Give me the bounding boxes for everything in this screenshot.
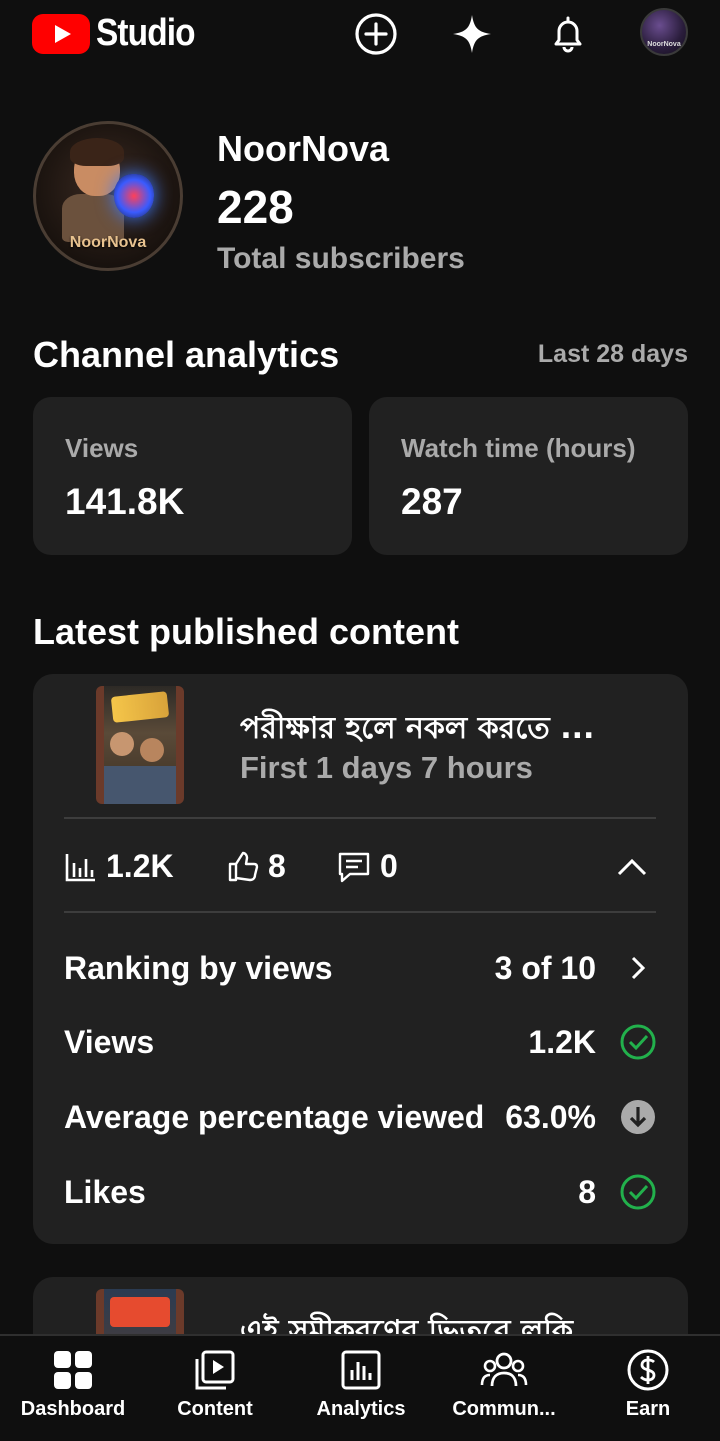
video-thumbnail[interactable] [96, 686, 184, 804]
watch-time-card-value: 287 [401, 481, 463, 522]
ranking-label: Ranking by views [64, 949, 333, 986]
views-metric-value: 1.2K [106, 848, 174, 884]
thumb-face-1 [110, 732, 134, 756]
latest-content-title: Latest published content [33, 611, 460, 652]
channel-name: NoorNova [217, 128, 390, 169]
nav-dashboard[interactable]: Dashboard [20, 1336, 126, 1441]
avatar-heart [114, 174, 154, 218]
check-circle-icon [620, 1174, 656, 1210]
channel-analytics-title: Channel analytics [33, 334, 340, 375]
nav-community-label: Commun... [452, 1398, 556, 1420]
views-metric: 1.2K [64, 848, 174, 885]
nav-content[interactable]: Content [165, 1336, 265, 1441]
subscriber-count: 228 [217, 181, 294, 233]
watch-time-card[interactable]: Watch time (hours) 287 [369, 397, 688, 555]
analytics-period: Last 28 days [537, 340, 688, 368]
views-card-label: Views [65, 433, 139, 463]
views-row-value: 1.2K [528, 1023, 596, 1060]
top-app-bar: Studio NoorNova [0, 0, 720, 70]
nav-earn[interactable]: Earn [608, 1336, 688, 1441]
avg-percentage-label: Average percentage viewed [64, 1098, 485, 1135]
ranking-value: 3 of 10 [494, 949, 596, 986]
likes-metric: 8 [226, 848, 286, 885]
watch-time-card-label: Watch time (hours) [401, 433, 636, 463]
thumbs-up-icon [228, 851, 259, 881]
views-row: Views 1.2K [64, 1022, 656, 1062]
thumb-face-2 [140, 738, 164, 762]
comments-metric: 0 [336, 848, 398, 885]
views-row-label: Views [64, 1023, 155, 1060]
analytics-icon [340, 1348, 382, 1392]
nav-dashboard-label: Dashboard [20, 1398, 126, 1420]
account-avatar-text: NoorNova [647, 41, 681, 48]
notifications-icon[interactable] [546, 12, 590, 56]
likes-row-value: 8 [578, 1173, 596, 1210]
likes-row-label: Likes [64, 1173, 146, 1210]
check-circle-icon [620, 1024, 656, 1060]
dashboard-icon [52, 1348, 94, 1392]
channel-avatar[interactable]: NoorNova [33, 121, 183, 271]
arrow-down-circle-icon [620, 1099, 656, 1135]
comment-icon [338, 852, 370, 882]
views-card[interactable]: Views 141.8K [33, 397, 352, 555]
avatar-figure-hair [70, 138, 124, 166]
nav-earn-label: Earn [625, 1398, 671, 1420]
bottom-navigation: Dashboard Content Analytics Commun... Ea… [0, 1334, 720, 1441]
community-icon [480, 1348, 528, 1392]
video-period: First 1 days 7 hours [240, 750, 533, 785]
likes-row: Likes 8 [64, 1172, 656, 1212]
earn-icon [626, 1348, 670, 1392]
thumb2-title-banner [110, 1297, 170, 1327]
nav-analytics[interactable]: Analytics [310, 1336, 412, 1441]
channel-avatar-label: NoorNova [69, 234, 147, 251]
subscriber-label: Total subscribers [217, 242, 465, 275]
divider [64, 817, 656, 819]
content-icon [194, 1348, 236, 1392]
sparkle-icon[interactable] [450, 12, 494, 56]
avg-percentage-value: 63.0% [505, 1098, 596, 1135]
avg-percentage-row: Average percentage viewed 63.0% [64, 1097, 656, 1137]
divider [64, 911, 656, 913]
bar-chart-icon [65, 853, 95, 881]
create-icon[interactable] [354, 12, 398, 56]
ranking-row[interactable]: Ranking by views 3 of 10 [64, 948, 656, 988]
views-card-value: 141.8K [65, 481, 185, 522]
comments-metric-value: 0 [380, 848, 398, 884]
thumb-title-banner [110, 691, 170, 723]
studio-logo[interactable]: Studio [32, 12, 208, 55]
collapse-chevron-up-icon[interactable] [615, 852, 649, 887]
latest-video-card: পরীক্ষার হলে নকল করতে ... First 1 days 7… [33, 674, 688, 1244]
nav-analytics-label: Analytics [316, 1398, 406, 1420]
likes-metric-value: 8 [268, 848, 286, 884]
logo-text: Studio [96, 12, 196, 54]
nav-community[interactable]: Commun... [449, 1336, 559, 1441]
thumb-desk [104, 766, 176, 804]
youtube-logo-icon [32, 13, 90, 54]
video-title[interactable]: পরীক্ষার হলে নকল করতে ... [240, 704, 594, 755]
chevron-right-icon [620, 950, 656, 986]
nav-content-label: Content [177, 1398, 253, 1420]
account-avatar[interactable]: NoorNova [640, 8, 688, 56]
